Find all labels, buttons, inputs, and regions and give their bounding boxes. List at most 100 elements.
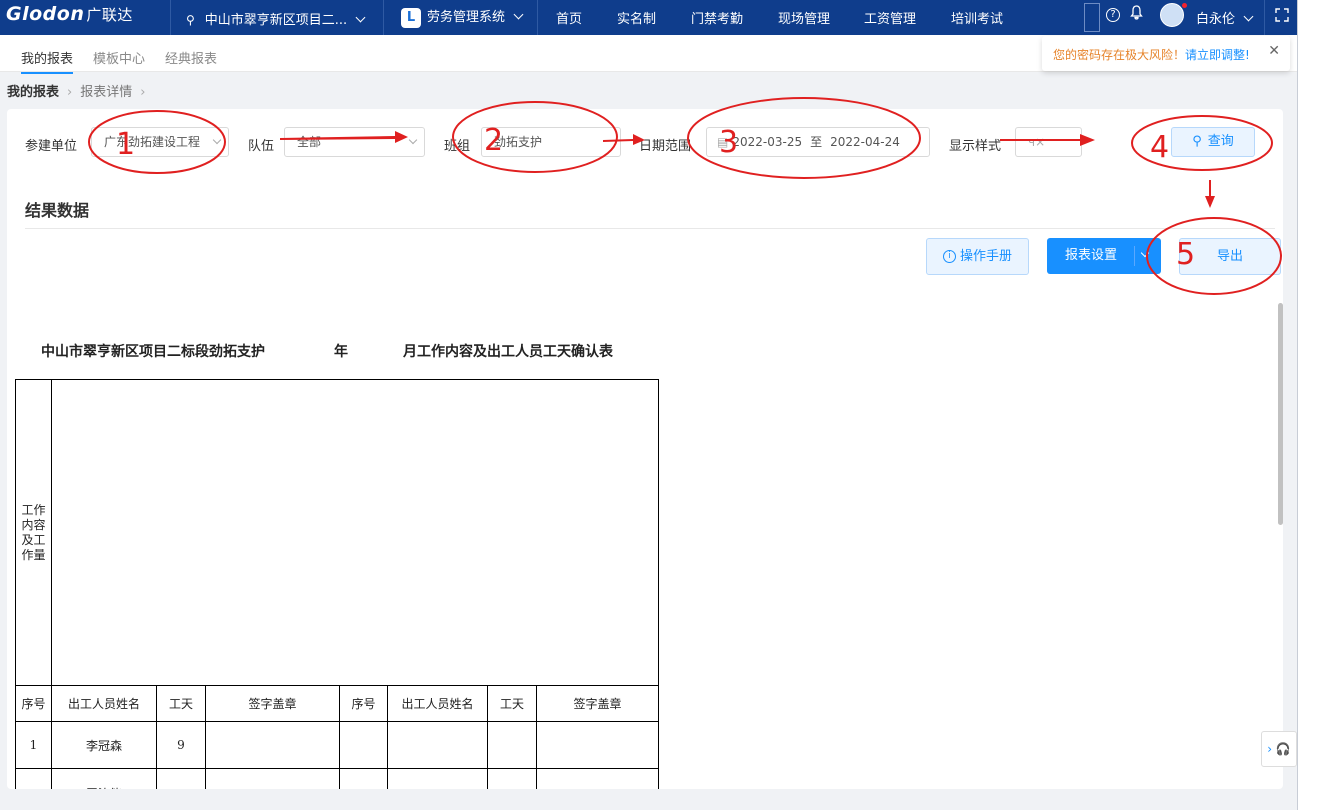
notice-adjust-link[interactable]: 请立即调整! — [1185, 48, 1250, 62]
row-no — [15, 768, 52, 789]
nav-salary[interactable]: 工资管理 — [864, 8, 916, 27]
query-label: 查询 — [1207, 134, 1234, 149]
row-no: 1 — [15, 721, 52, 769]
button-split-divider — [1134, 246, 1135, 266]
row-signature[interactable] — [205, 721, 340, 769]
export-button[interactable]: 导出 — [1179, 238, 1281, 275]
chevron-down-icon — [513, 9, 524, 20]
project-selector[interactable]: ⚲ 中山市翠亨新区项目二... — [186, 9, 366, 28]
row-name-2 — [387, 721, 488, 769]
row-name: 李冠森 — [51, 721, 157, 769]
divider — [537, 0, 538, 35]
top-navigation-bar: Glodon 广联达 ⚲ 中山市翠亨新区项目二... L 劳务管理系统 首页 实名制 … — [0, 0, 1298, 35]
table-row: 1 李冠森 9 — [15, 721, 659, 769]
export-label: 导出 — [1216, 249, 1243, 264]
row-name: 罗汝能 — [51, 768, 157, 789]
chevron-down-icon — [212, 135, 222, 145]
group-value: 劲拓支护 — [494, 135, 543, 149]
chevron-down-icon[interactable] — [1140, 248, 1150, 258]
date-start[interactable]: 2022-03-25 — [732, 135, 802, 149]
nav-scroll-control[interactable] — [1084, 3, 1100, 32]
query-button[interactable]: ⚲ 查询 — [1171, 127, 1255, 157]
group-label: 班组 — [444, 139, 471, 154]
header-name: 出工人员姓名 — [51, 685, 157, 722]
logo-text: Glodon — [6, 3, 85, 25]
unit-select[interactable]: 广东劲拓建设工程 — [91, 127, 229, 157]
tab-my-reports[interactable]: 我的报表 — [21, 48, 74, 74]
chevron-down-icon — [408, 135, 418, 145]
divider — [170, 0, 171, 35]
row-days: 9 — [156, 721, 206, 769]
help-icon[interactable]: ? — [1106, 8, 1120, 22]
main-panel: 参建单位 广东劲拓建设工程 队伍 全部 班组 劲拓支护 日期范围 ▤ 2022-0… — [7, 109, 1283, 789]
work-content-cell[interactable] — [51, 379, 659, 686]
display-style-select[interactable]: ч× — [1015, 127, 1082, 157]
nav-home[interactable]: 首页 — [556, 8, 582, 27]
row-no-2 — [339, 721, 388, 769]
bell-icon[interactable] — [1130, 5, 1143, 24]
header-no: 序号 — [15, 685, 52, 722]
nav-realname[interactable]: 实名制 — [617, 8, 656, 27]
notification-dot — [1182, 3, 1187, 8]
headset-support-icon[interactable]: › 🎧 — [1261, 731, 1297, 767]
user-menu[interactable]: 白永伦 — [1196, 8, 1254, 27]
system-name: 劳务管理系统 — [427, 10, 506, 25]
result-section-title: 结果数据 — [25, 201, 90, 220]
manual-label: 操作手册 — [959, 249, 1012, 264]
system-logo-icon: L — [401, 7, 421, 28]
logo-cn-text: 广联达 — [86, 6, 133, 24]
tab-template-center[interactable]: 模板中心 — [93, 48, 145, 67]
date-end[interactable]: 2022-04-24 — [830, 135, 900, 149]
team-value: 全部 — [297, 135, 322, 149]
header-no-2: 序号 — [339, 685, 388, 722]
close-icon[interactable]: ✕ — [1268, 43, 1280, 59]
breadcrumb: 我的报表 › 报表详情 › — [7, 81, 153, 100]
user-avatar[interactable] — [1160, 3, 1187, 27]
group-select[interactable]: 劲拓支护 — [481, 127, 621, 157]
search-icon: ⚲ — [1192, 134, 1202, 149]
work-content-row: 工作内容及工作量 — [15, 379, 659, 686]
nav-attendance[interactable]: 门禁考勤 — [691, 8, 743, 27]
work-content-label: 工作内容及工作量 — [15, 379, 52, 686]
notice-message: 您的密码存在极大风险！ — [1053, 48, 1186, 62]
password-risk-notice: 您的密码存在极大风险！请立即调整! ✕ — [1042, 36, 1290, 71]
glodon-logo[interactable]: Glodon 广联达 — [6, 3, 133, 25]
report-setting-button[interactable]: 报表设置 — [1047, 238, 1161, 274]
breadcrumb-report-detail: 报表详情 — [80, 85, 133, 100]
header-days: 工天 — [156, 685, 206, 722]
notice-text: 您的密码存在极大风险！请立即调整! — [1053, 46, 1250, 63]
row-signature-2[interactable] — [536, 768, 659, 789]
display-style-value: ч× — [1028, 135, 1046, 149]
row-name-2 — [387, 768, 488, 789]
table-row: 罗汝能 — [15, 768, 659, 789]
system-selector[interactable]: L 劳务管理系统 — [401, 6, 524, 28]
user-name: 白永伦 — [1196, 12, 1236, 27]
work-content-label-text: 工作内容及工作量 — [21, 502, 46, 562]
header-signature-2: 签字盖章 — [536, 685, 659, 722]
row-days-2 — [487, 768, 537, 789]
report-setting-label: 报表设置 — [1065, 248, 1118, 263]
chevron-right-icon: › — [67, 85, 73, 100]
table-header-row: 序号 出工人员姓名 工天 签字盖章 序号 出工人员姓名 工天 签字盖章 — [15, 685, 659, 722]
row-no-2 — [339, 768, 388, 789]
nav-site-management[interactable]: 现场管理 — [778, 8, 830, 27]
report-title-content: 月工作内容及出工人员工天确认表 — [403, 344, 613, 360]
date-range-label: 日期范围 — [639, 139, 692, 154]
row-days — [156, 768, 206, 789]
fullscreen-icon[interactable] — [1275, 8, 1289, 26]
report-title-project: 中山市翠亨新区项目二标段劲拓支护 — [41, 344, 265, 360]
unit-label: 参建单位 — [25, 139, 78, 154]
breadcrumb-my-reports[interactable]: 我的报表 — [7, 85, 59, 100]
nav-training[interactable]: 培训考试 — [951, 8, 1003, 27]
row-signature-2[interactable] — [536, 721, 659, 769]
manual-button[interactable]: i 操作手册 — [926, 238, 1029, 275]
header-days-2: 工天 — [487, 685, 537, 722]
row-signature[interactable] — [205, 768, 340, 789]
header-signature: 签字盖章 — [205, 685, 340, 722]
team-select[interactable]: 全部 — [284, 127, 425, 157]
project-icon: ⚲ — [186, 13, 195, 27]
date-range-picker[interactable]: ▤ 2022-03-25 至 2022-04-24 — [706, 127, 930, 157]
scrollbar-thumb[interactable] — [1278, 303, 1283, 525]
tab-classic-reports[interactable]: 经典报表 — [165, 48, 217, 67]
date-separator: 至 — [810, 135, 823, 149]
